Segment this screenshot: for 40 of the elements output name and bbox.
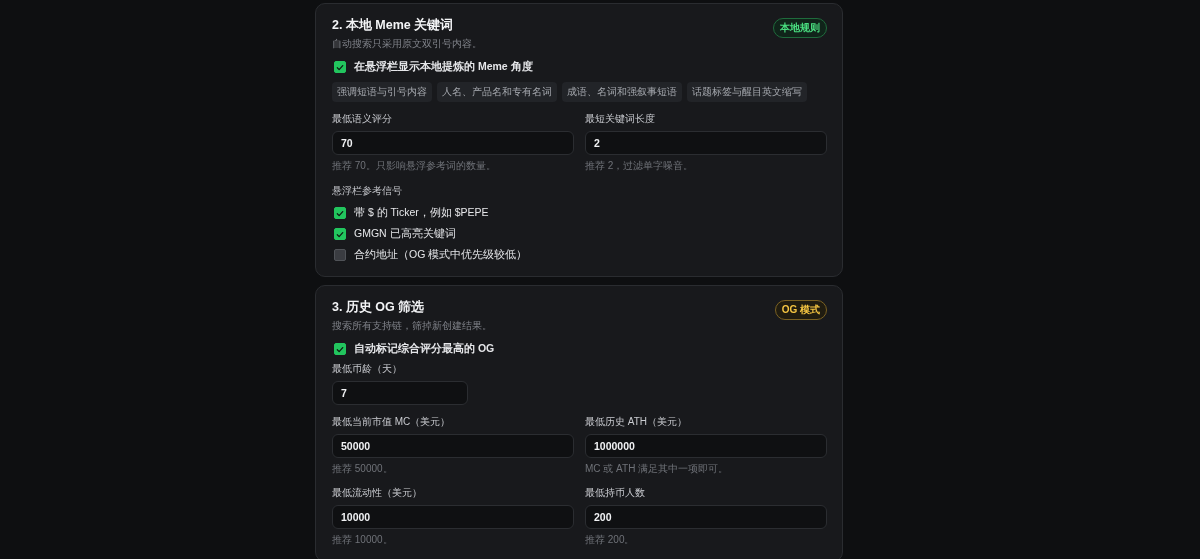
input-field[interactable]: 50000 [332,434,574,458]
checkbox-label: 在悬浮栏显示本地提炼的 Meme 角度 [354,60,533,74]
field-hint: 推荐 10000。 [332,533,394,547]
input-field[interactable]: 70 [332,131,574,155]
mode-badge: 本地规则 [773,18,827,38]
checkbox[interactable] [334,343,346,355]
card-description: 搜索所有支持链，筛掉新创建结果。 [332,319,492,333]
card-title: 2. 本地 Meme 关键词 [332,17,455,34]
keyword-chip: 成语、名词和强叙事短语 [562,82,682,102]
checkbox-label: 带 $ 的 Ticker，例如 $PEPE [354,206,489,220]
field-label: 最低当前市值 MC（美元） [332,415,452,429]
checkbox[interactable] [334,207,346,219]
card-title: 3. 历史 OG 筛选 [332,299,426,316]
checkbox-label: GMGN 已高亮关键词 [354,227,456,241]
field-label: 最低币龄（天） [332,362,403,376]
field-hint: 推荐 2，过滤单字噪音。 [585,159,695,173]
field-label: 最低历史 ATH（美元） [585,415,689,429]
field-label: 最低流动性（美元） [332,486,423,500]
section-heading: 悬浮栏参考信号 [332,184,403,198]
card-description: 自动搜索只采用原文双引号内容。 [332,37,482,51]
checkbox[interactable] [334,249,346,261]
field-hint: 推荐 50000。 [332,462,394,476]
input-field[interactable]: 7 [332,381,468,405]
input-field[interactable]: 2 [585,131,827,155]
input-field[interactable]: 200 [585,505,827,529]
keyword-chip: 话题标签与醒目英文缩写 [687,82,807,102]
field-label: 最低语义评分 [332,112,393,126]
field-label: 最短关键词长度 [585,112,656,126]
field-hint: 推荐 200。 [585,533,636,547]
checkbox[interactable] [334,61,346,73]
mode-badge: OG 模式 [774,300,827,320]
checkbox[interactable] [334,228,346,240]
keyword-chip: 人名、产品名和专有名词 [437,82,557,102]
checkbox-label: 自动标记综合评分最高的 OG [354,342,495,356]
input-field[interactable]: 1000000 [585,434,827,458]
field-label: 最低持币人数 [585,486,646,500]
input-field[interactable]: 10000 [332,505,574,529]
field-hint: 推荐 70。只影响悬浮参考词的数量。 [332,159,497,173]
checkbox-label: 合约地址（OG 模式中优先级较低） [354,248,528,262]
keyword-chip: 强调短语与引号内容 [332,82,432,102]
